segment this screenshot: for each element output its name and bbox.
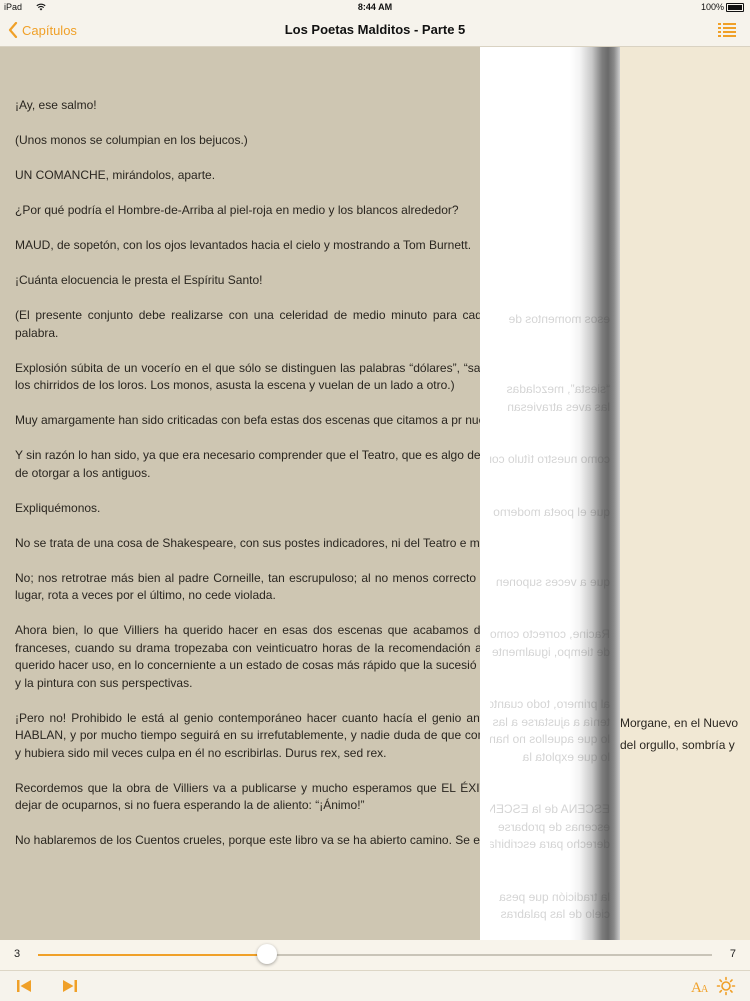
table-of-contents-icon[interactable]: [718, 22, 736, 38]
paragraph: Muy amargamente han sido criticadas con …: [15, 413, 480, 427]
paragraph: Ahora bien, lo que Villiers ha querido h…: [15, 623, 480, 690]
ghost-line: [490, 521, 610, 539]
ghost-line: [490, 469, 610, 487]
slider-end-label: 7: [729, 948, 736, 960]
ghost-line: [490, 416, 610, 434]
slider-start-label: 3: [14, 948, 21, 960]
navigation-bar: Capítulos Los Poetas Malditos - Parte 5: [0, 14, 750, 47]
paragraph: Recordemos que la obra de Villiers va a …: [15, 780, 480, 813]
bottom-toolbar: A A: [0, 970, 750, 1001]
ghost-line: lo que aquellos no han: [490, 732, 610, 746]
reading-page[interactable]: ¡Ay, ese salmo! (Unos monos se columpian …: [0, 47, 480, 940]
status-bar: iPad 8:44 AM 100%: [0, 0, 750, 14]
paragraph: (Unos monos se columpian en los bejucos.…: [15, 133, 248, 147]
ghost-line: [490, 871, 610, 889]
ghost-line: las aves atraviesan: [507, 399, 610, 414]
ghost-line: tenía a ajustarse a las: [492, 714, 610, 729]
next-page-area: Morgane, en el Nuevo del orgullo, sombrí…: [620, 47, 750, 940]
ghost-line: [490, 766, 610, 784]
paragraph: ¡Ay, ese salmo!: [15, 98, 97, 112]
clock: 8:44 AM: [357, 2, 393, 12]
paragraph: (El presente conjunto debe realizarse co…: [15, 308, 480, 340]
paragraph: MAUD, de sopetón, con los ojos levantado…: [15, 238, 472, 252]
paragraph: Expliquémonos.: [15, 500, 101, 515]
ghost-line: Racine, correcto como el: [490, 627, 610, 641]
slider-fill: [38, 954, 268, 956]
paragraph: ¡Cuánta elocuencia le presta el Espíritu…: [15, 273, 263, 287]
ghost-line: la tradición que pesa: [499, 889, 610, 904]
ghost-line: esos momentos de: [508, 312, 610, 326]
ghost-line: [490, 434, 610, 452]
ghost-line: como nuestro título con: [490, 452, 610, 466]
paragraph: Explosión súbita de un vocerío en el que…: [15, 360, 480, 393]
svg-text:A: A: [701, 984, 709, 995]
paragraph: ¿Por qué podría el Hombre-de-Arriba al p…: [15, 203, 459, 217]
ghost-text: esos momentos de “siesta”, mezcladas las a…: [490, 311, 610, 940]
skip-forward-icon[interactable]: [60, 976, 80, 996]
ghost-line: ESCENA de la ESCENA: [490, 802, 610, 816]
ghost-line: que a veces suponen: [495, 574, 610, 589]
paragraph: No se trata de una cosa de Shakespeare, …: [15, 535, 480, 550]
ghost-line: [490, 609, 610, 627]
ghost-line: al primero, todo cuanto: [490, 697, 610, 711]
paragraph: Y sin razón lo han sido, ya que era nece…: [15, 448, 480, 480]
ghost-line: escenas de probarse: [497, 819, 610, 834]
ghost-line: [490, 329, 610, 347]
right-fragment-1: Morgane, en el Nuevo: [620, 716, 739, 730]
brightness-icon[interactable]: [716, 976, 736, 996]
ghost-line: “siesta”, mezcladas: [506, 382, 610, 396]
font-size-icon[interactable]: A A: [690, 976, 710, 996]
page-title: Los Poetas Malditos - Parte 5: [284, 22, 466, 37]
ghost-line: [490, 679, 610, 697]
page-text: ¡Ay, ese salmo! (Unos monos se columpian …: [15, 97, 480, 867]
ghost-line: cielo de las palabras: [500, 907, 610, 921]
paragraph: No hablaremos de los Cuentos crueles, po…: [15, 833, 480, 847]
paragraph: ¡Pero no! Prohibido le está al genio con…: [15, 710, 480, 760]
ghost-line: [490, 854, 610, 872]
ghost-line: [490, 539, 610, 557]
ghost-line: [490, 486, 610, 504]
ghost-line: lo que explota la: [522, 749, 610, 764]
paragraph: UN COMANCHE, mirándolos, aparte.: [15, 168, 216, 182]
ghost-line: [490, 346, 610, 364]
slider-thumb[interactable]: [257, 944, 278, 964]
paragraph: No; nos retrotrae más bien al padre Corn…: [15, 570, 480, 603]
battery-icon: [726, 3, 744, 12]
battery-percent: 100%: [700, 2, 724, 12]
ghost-line: [490, 591, 610, 609]
ghost-line: [490, 661, 610, 679]
right-fragment-2: del orgullo, sombría y: [620, 738, 735, 752]
page-slider-bar: 3 7: [0, 940, 750, 970]
ghost-line: [490, 784, 610, 802]
ghost-line: [490, 556, 610, 574]
ghost-line: derecho para escribirlas,: [490, 837, 610, 851]
page-back-side: esos momentos de “siesta”, mezcladas las a…: [490, 47, 610, 940]
ghost-line: [490, 924, 610, 941]
ghost-line: [490, 364, 610, 382]
ghost-line: que el poeta moderno: [493, 504, 610, 519]
ghost-line: de tiempo, igualmente: [491, 644, 610, 659]
skip-back-icon[interactable]: [14, 976, 34, 996]
